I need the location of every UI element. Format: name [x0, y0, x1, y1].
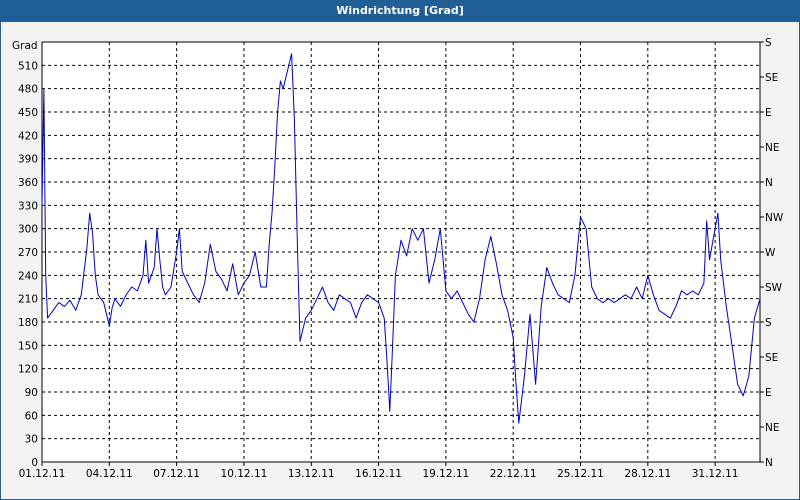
y-tick-label: 90 — [25, 387, 38, 399]
right-axis-label: NE — [765, 142, 780, 154]
wind-direction-chart: 0306090120150180210240270300330360390420… — [12, 37, 784, 480]
x-tick-label: 22.12.11 — [490, 468, 537, 480]
y-axis-unit-label: Grad — [12, 40, 38, 52]
y-tick-label: 30 — [25, 434, 38, 446]
y-tick-label: 180 — [18, 317, 38, 329]
y-tick-label: 240 — [18, 270, 38, 282]
y-tick-label: 420 — [18, 130, 38, 142]
right-axis-label: NW — [765, 212, 784, 224]
x-tick-label: 31.12.11 — [692, 468, 739, 480]
right-axis-label: S — [765, 37, 772, 49]
x-axis-labels: 01.12.11 04.12.11 07.12.11 10.12.11 13.12.11… — [19, 462, 739, 480]
x-tick-label: 19.12.11 — [422, 468, 469, 480]
x-tick-label: 13.12.11 — [288, 468, 335, 480]
plot-area — [41, 41, 761, 463]
right-axis-label: E — [765, 107, 772, 119]
right-axis-label: NE — [765, 422, 780, 434]
y-tick-label: 480 — [18, 84, 38, 96]
right-axis-label: SW — [765, 282, 783, 294]
x-tick-label: 07.12.11 — [153, 468, 200, 480]
y-tick-label: 60 — [25, 410, 38, 422]
y-tick-label: 300 — [18, 224, 38, 236]
right-axis-label: SE — [765, 72, 778, 84]
chart-window: Windrichtung [Grad] 0 30 60 90 120 150 180 210 2… — [0, 0, 800, 500]
right-axis-label: S — [765, 317, 772, 329]
left-axis-labels: 0306090120150180210240270300330360390420… — [18, 60, 38, 469]
y-tick-label: 450 — [18, 107, 38, 119]
y-tick-label: 120 — [18, 364, 38, 376]
right-axis-label: N — [765, 457, 773, 469]
x-tick-label: 01.12.11 — [19, 468, 66, 480]
right-axis-label: SE — [765, 352, 778, 364]
x-tick-label: 16.12.11 — [355, 468, 402, 480]
x-tick-label: 28.12.11 — [624, 468, 671, 480]
x-tick-label: 25.12.11 — [557, 468, 604, 480]
y-tick-label: 510 — [18, 60, 38, 72]
right-axis-labels: N NE E SE S SW W NW N NE E SE S — [760, 37, 784, 469]
x-tick-label: 10.12.11 — [221, 468, 268, 480]
y-tick-label: 270 — [18, 247, 38, 259]
right-axis-label: E — [765, 387, 772, 399]
y-tick-label: 150 — [18, 340, 38, 352]
right-axis-label: N — [765, 177, 773, 189]
window-title: Windrichtung [Grad] — [0, 0, 800, 22]
right-axis-label: W — [765, 247, 776, 259]
y-tick-label: 330 — [18, 200, 38, 212]
y-tick-label: 360 — [18, 177, 38, 189]
x-tick-label: 04.12.11 — [86, 468, 133, 480]
y-tick-label: 210 — [18, 294, 38, 306]
y-tick-label: 390 — [18, 154, 38, 166]
chart-panel: 0 30 60 90 120 150 180 210 240 270 300 330 360 390 420… — [1, 22, 799, 499]
